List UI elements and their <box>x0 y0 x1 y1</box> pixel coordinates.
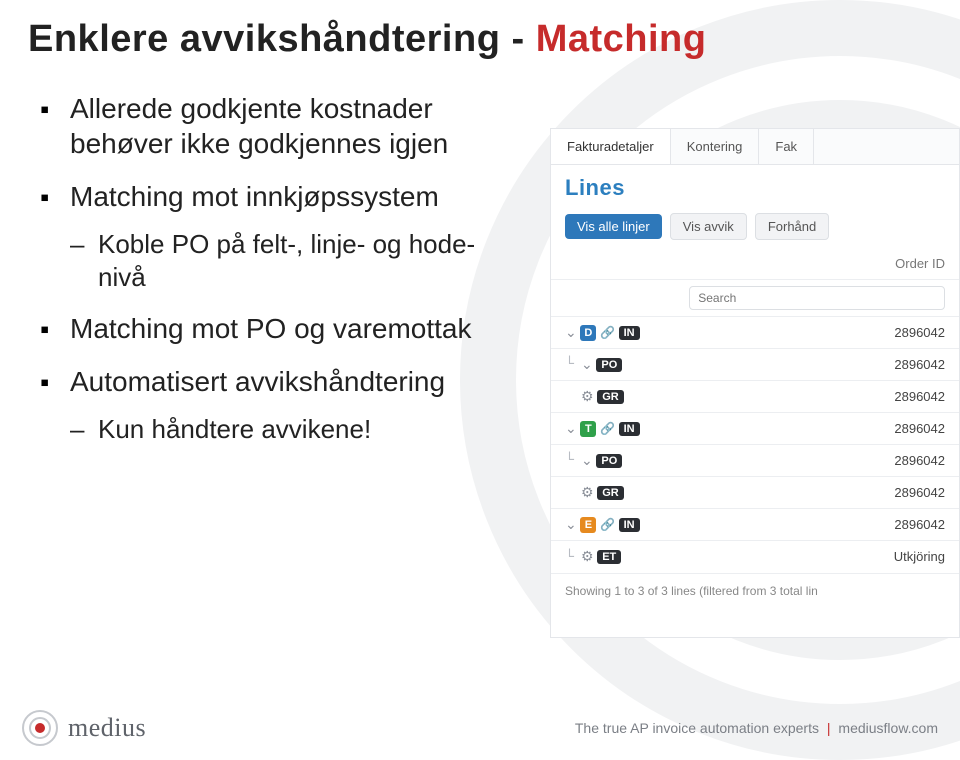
tree-branch-icon: └ <box>565 549 581 566</box>
title-accent: Matching <box>536 18 707 60</box>
order-id-search-input[interactable] <box>689 286 945 310</box>
order-id-cell: 2896042 <box>661 509 959 541</box>
line-type-chip: PO <box>596 358 622 372</box>
link-icon[interactable]: 🔗 <box>600 326 615 340</box>
expand-caret-icon[interactable]: ⌄ <box>565 516 577 532</box>
line-type-chip: PO <box>596 454 622 468</box>
table-row: ⚙ GR2896042 <box>551 477 959 509</box>
slide: Enklere avvikshåndtering - Matching Alle… <box>0 0 960 756</box>
line-type-chip: IN <box>619 326 640 340</box>
table-row: └⌄ PO2896042 <box>551 445 959 477</box>
bullet-text: Matching mot innkjøpssystem <box>70 181 439 212</box>
line-type-chip: GR <box>597 390 624 404</box>
row-icons-cell: ⚙ GR <box>551 477 661 509</box>
table-row: └⚙ ETUtkjöring <box>551 541 959 573</box>
row-icons-cell: └⌄ PO <box>551 349 661 381</box>
row-icons-cell: ⚙ GR <box>551 381 661 413</box>
medius-logo-icon <box>22 710 58 746</box>
table-row: ⌄ T 🔗 IN2896042 <box>551 413 959 445</box>
row-icons-cell: ⌄ E 🔗 IN <box>551 509 661 541</box>
line-type-chip: IN <box>619 422 640 436</box>
tagline-text: The true AP invoice automation experts <box>575 720 819 736</box>
col-header-order-id: Order ID <box>661 248 959 280</box>
line-type-chip: ET <box>597 550 621 564</box>
status-square-icon: T <box>580 421 596 437</box>
link-icon[interactable]: 🔗 <box>600 422 615 436</box>
sub-bullet-item: Koble PO på felt-, linje- og hode-nivå <box>70 228 520 293</box>
footer-tagline: The true AP invoice automation experts |… <box>575 720 938 736</box>
title-plain: Enklere avvikshåndtering - <box>28 18 525 60</box>
status-square-icon: E <box>580 517 596 533</box>
bullet-item: Allerede godkjente kostnader behøver ikk… <box>40 91 520 161</box>
page-title: Enklere avvikshåndtering - Matching <box>0 0 960 61</box>
lines-table: Order ID ⌄ D 🔗 IN2896042└⌄ PO2896042 ⚙ G… <box>551 248 959 574</box>
expand-caret-icon[interactable]: ⌄ <box>581 452 593 468</box>
view-deviation-button[interactable]: Vis avvik <box>670 213 747 240</box>
table-search-row <box>551 280 959 317</box>
order-id-cell: 2896042 <box>661 477 959 509</box>
gear-icon[interactable]: ⚙ <box>581 484 594 500</box>
order-id-cell: 2896042 <box>661 317 959 349</box>
table-row: ⌄ D 🔗 IN2896042 <box>551 317 959 349</box>
order-id-cell: 2896042 <box>661 381 959 413</box>
tab-coding[interactable]: Kontering <box>671 129 760 164</box>
tagline-url: mediusflow.com <box>838 720 938 736</box>
expand-caret-icon[interactable]: ⌄ <box>581 356 593 372</box>
sub-bullet-text: Koble PO på felt-, linje- og hode-nivå <box>98 229 475 292</box>
bullet-text: Automatisert avvikshåndtering <box>70 366 445 397</box>
brand-name: medius <box>68 713 146 743</box>
expand-caret-icon[interactable]: ⌄ <box>565 420 577 436</box>
row-icons-cell: ⌄ D 🔗 IN <box>551 317 661 349</box>
brand-block: medius <box>22 710 146 746</box>
order-id-cell: 2896042 <box>661 445 959 477</box>
row-icons-cell: └⌄ PO <box>551 445 661 477</box>
bullet-item: Matching mot innkjøpssystem Koble PO på … <box>40 179 520 293</box>
bullet-list: Allerede godkjente kostnader behøver ikk… <box>0 61 520 446</box>
lines-panel: Fakturadetaljer Kontering Fak Lines Vis … <box>550 128 960 638</box>
table-row: └⌄ PO2896042 <box>551 349 959 381</box>
expand-caret-icon[interactable]: ⌄ <box>565 324 577 340</box>
tab-invoice-details[interactable]: Fakturadetaljer <box>551 129 671 164</box>
order-id-cell: Utkjöring <box>661 541 959 573</box>
bullet-text: Allerede godkjente kostnader behøver ikk… <box>70 93 448 159</box>
sub-bullet-text: Kun håndtere avvikene! <box>98 414 371 444</box>
tab-fak[interactable]: Fak <box>759 129 814 164</box>
separator-icon: | <box>823 720 835 736</box>
bullet-item: Automatisert avvikshåndtering Kun håndte… <box>40 364 520 446</box>
table-row: ⚙ GR2896042 <box>551 381 959 413</box>
line-type-chip: GR <box>597 486 624 500</box>
gear-icon[interactable]: ⚙ <box>581 549 594 565</box>
view-all-lines-button[interactable]: Vis alle linjer <box>565 214 662 239</box>
tree-branch-icon: └ <box>565 452 581 469</box>
tab-bar: Fakturadetaljer Kontering Fak <box>551 129 959 165</box>
line-type-chip: IN <box>619 518 640 532</box>
table-row: ⌄ E 🔗 IN2896042 <box>551 509 959 541</box>
table-footer-note: Showing 1 to 3 of 3 lines (filtered from… <box>551 574 959 608</box>
col-header-icons <box>551 248 661 280</box>
order-id-cell: 2896042 <box>661 349 959 381</box>
section-title: Lines <box>551 165 959 213</box>
sub-bullet-item: Kun håndtere avvikene! <box>70 413 520 446</box>
bullet-text: Matching mot PO og varemottak <box>70 313 472 344</box>
row-icons-cell: └⚙ ET <box>551 541 661 573</box>
gear-icon[interactable]: ⚙ <box>581 388 594 404</box>
row-icons-cell: ⌄ T 🔗 IN <box>551 413 661 445</box>
slide-footer: medius The true AP invoice automation ex… <box>0 710 960 746</box>
order-id-cell: 2896042 <box>661 413 959 445</box>
tree-branch-icon: └ <box>565 356 581 373</box>
button-row: Vis alle linjer Vis avvik Forhånd <box>551 213 959 248</box>
link-icon[interactable]: 🔗 <box>600 518 615 532</box>
status-square-icon: D <box>580 325 596 341</box>
preview-button[interactable]: Forhånd <box>755 213 829 240</box>
bullet-item: Matching mot PO og varemottak <box>40 311 520 346</box>
